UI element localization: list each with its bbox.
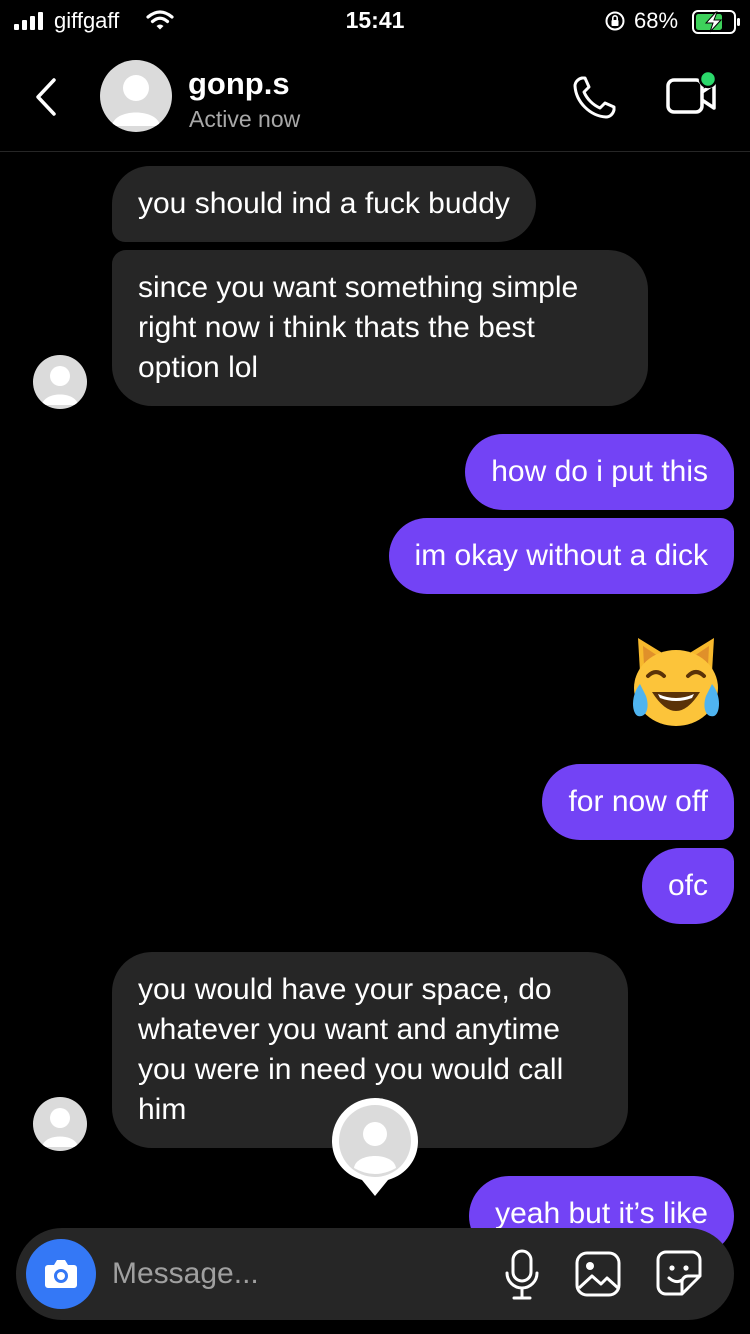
message-input[interactable]: [112, 1248, 492, 1300]
message-bubble-outgoing[interactable]: ofc: [641, 848, 734, 924]
microphone-button[interactable]: [502, 1248, 542, 1302]
message-bubble-outgoing[interactable]: for now off: [542, 764, 734, 840]
contact-name[interactable]: gonp.s: [188, 66, 290, 102]
camera-icon: [45, 1260, 77, 1288]
battery-percent: 68%: [634, 8, 679, 33]
default-avatar-icon: [42, 1108, 78, 1147]
sticker-button[interactable]: [654, 1248, 704, 1298]
cat-tears-of-joy-emoji-icon[interactable]: [626, 632, 726, 732]
default-avatar-icon: [42, 366, 78, 405]
contact-status: Active now: [189, 106, 301, 132]
message-bubble-outgoing[interactable]: im okay without a dick: [388, 518, 734, 594]
seen-avatar-pin-icon: [332, 1098, 418, 1196]
camera-button[interactable]: [26, 1239, 96, 1309]
message-bubble-incoming[interactable]: since you want something simple right no…: [112, 250, 648, 406]
default-avatar-icon: [112, 75, 160, 126]
chat-header: gonp.s Active now: [0, 44, 750, 152]
gallery-button[interactable]: [574, 1250, 622, 1298]
online-indicator-dot: [698, 70, 718, 89]
message-composer: [16, 1228, 734, 1320]
status-bar: giffgaff 15:41 68%: [0, 0, 750, 44]
sender-avatar[interactable]: [33, 1097, 87, 1151]
video-call-button[interactable]: [664, 70, 720, 120]
message-bubble-incoming[interactable]: you should ind a fuck buddy: [112, 166, 536, 242]
message-bubble-outgoing[interactable]: how do i put this: [465, 434, 734, 510]
contact-avatar[interactable]: [100, 60, 172, 132]
audio-call-button[interactable]: [570, 72, 620, 122]
sender-avatar[interactable]: [33, 355, 87, 409]
back-button[interactable]: [28, 72, 68, 122]
rotation-lock-icon: [605, 11, 625, 31]
battery-charging-icon: [692, 10, 740, 34]
